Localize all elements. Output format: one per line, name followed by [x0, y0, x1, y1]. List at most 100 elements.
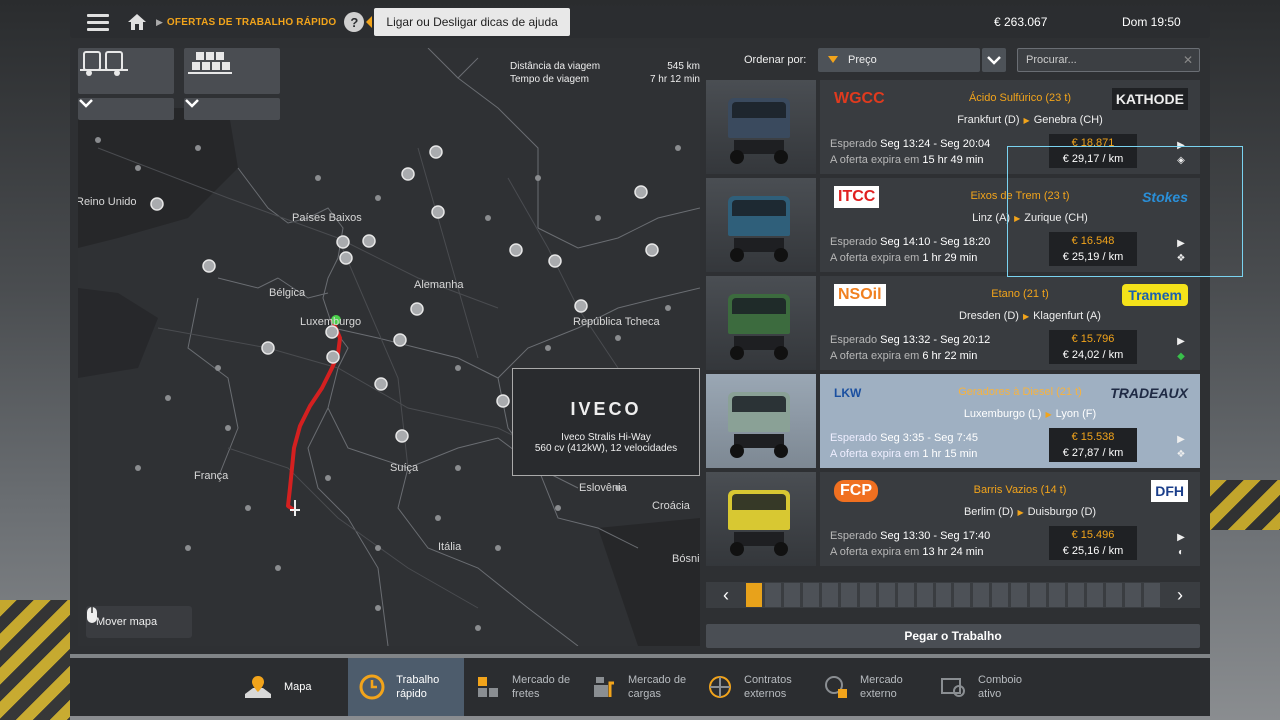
route-arrow-icon: ▶ [1022, 312, 1030, 321]
sort-dropdown-button[interactable] [982, 48, 1006, 72]
map-label-reino-unido: Reino Unido [78, 196, 137, 208]
job-row-selected[interactable]: LKW Geradores à Diesel (21 t) TRADEAUX L… [706, 374, 1200, 468]
company-logo: NSOil [834, 284, 886, 306]
tab-mercado-de-cargas[interactable]: Mercado de cargas [580, 658, 696, 716]
breadcrumb[interactable]: OFERTAS DE TRABALHO RÁPIDO [167, 17, 336, 28]
expires-label: A oferta expira em [830, 154, 920, 166]
pager-page[interactable] [764, 583, 781, 607]
truck-thumbnail [706, 472, 816, 566]
company-logo: ITCC [834, 186, 880, 208]
truck-filter-dropdown[interactable] [78, 98, 174, 120]
pager-page[interactable] [897, 583, 914, 607]
map-label-bosnia: Bósni [672, 553, 700, 565]
pager-page[interactable] [992, 583, 1009, 607]
help-button[interactable]: ? [344, 12, 365, 32]
tab-mercado-externo[interactable]: Mercado externo [812, 658, 928, 716]
company-logo: FCP [834, 480, 878, 502]
pager-page[interactable] [746, 583, 762, 607]
tab-comboio-ativo[interactable]: Comboio ativo [928, 658, 1044, 716]
trip-distance: 545 km [667, 61, 700, 72]
job-cargo: Ácido Sulfúrico (23 t) [968, 92, 1072, 104]
expires-label: A oferta expira em [830, 546, 920, 558]
client-logo: Tramem [1122, 284, 1188, 306]
pager-page[interactable] [1068, 583, 1085, 607]
expires-time: 13 hr 24 min [922, 546, 984, 558]
map-label-suica: Suíça [390, 462, 419, 474]
tab-trabalho-rapido[interactable]: Trabalho rápido [348, 658, 464, 716]
pager-page[interactable] [935, 583, 952, 607]
pager-page[interactable] [916, 583, 933, 607]
pager-page[interactable] [1087, 583, 1104, 607]
cargo-filter-button[interactable] [184, 48, 280, 94]
hazard-stripes-left [0, 600, 70, 720]
expected-label: Esperado [830, 432, 878, 444]
job-times: Esperado Seg 13:32 - Seg 20:12 A oferta … [830, 332, 990, 364]
expected-time: Seg 13:30 - Seg 17:40 [880, 530, 991, 542]
cargo-filter-dropdown[interactable] [184, 98, 280, 120]
sort-select[interactable]: Preço [818, 48, 980, 72]
take-job-button[interactable]: Pegar o Trabalho [706, 624, 1200, 648]
truck-filter-button[interactable] [78, 48, 174, 94]
trip-distance-label: Distância da viagem [510, 61, 601, 72]
move-map-hint: Mover mapa [86, 606, 192, 638]
mouse-icon [87, 607, 97, 623]
pager-page[interactable] [821, 583, 838, 607]
hamburger-menu-icon[interactable] [80, 6, 116, 38]
job-flags: ▶ ◆ [1174, 334, 1188, 364]
pager-cells [746, 583, 1160, 607]
map-label-alemanha: Alemanha [414, 279, 464, 291]
job-row[interactable]: NSOil Etano (21 t) Tramem Dresden (D) ▶ Kl… [706, 276, 1200, 370]
price-total: € 15.538 [1071, 431, 1115, 443]
cargo-boxes-icon [188, 52, 232, 74]
pager-page[interactable] [1030, 583, 1047, 607]
pager-page[interactable] [973, 583, 990, 607]
pager-page[interactable] [859, 583, 876, 607]
expires-label: A oferta expira em [830, 350, 920, 362]
job-price: € 15.538 € 27,87 / km [1049, 428, 1137, 462]
sort-label: Ordenar por: [744, 54, 807, 66]
tab-mapa[interactable]: Mapa [232, 658, 348, 716]
clear-search-icon[interactable]: ✕ [1183, 53, 1193, 67]
truck-model: Iveco Stralis Hi-Way [561, 432, 651, 443]
pager-page[interactable] [840, 583, 857, 607]
job-cargo: Etano (21 t) [991, 288, 1049, 300]
pager-page[interactable] [954, 583, 971, 607]
tab-contratos-externos[interactable]: Contratos externos [696, 658, 812, 716]
expected-label: Esperado [830, 236, 878, 248]
trip-info: Distância da viagem 545 km Tempo de viage… [510, 60, 700, 86]
pager-page[interactable] [802, 583, 819, 607]
pager-page[interactable] [783, 583, 800, 607]
sort-selected-value: Preço [848, 54, 877, 66]
pager-page[interactable] [1125, 583, 1142, 607]
map-icon [242, 671, 274, 703]
tab-label: Trabalho rápido [396, 674, 440, 700]
tab-label: Mercado de cargas [628, 674, 687, 700]
pager-page[interactable] [1144, 583, 1160, 607]
home-icon[interactable] [124, 6, 150, 38]
tab-mercado-de-fretes[interactable]: Mercado de fretes [464, 658, 580, 716]
pager-page[interactable] [878, 583, 895, 607]
search-placeholder: Procurar... [1026, 54, 1077, 66]
expires-time: 1 hr 15 min [922, 448, 978, 460]
pager-next-icon[interactable]: › [1160, 582, 1200, 608]
search-input[interactable]: Procurar... ✕ [1017, 48, 1200, 72]
map-view[interactable]: Reino Unido Países Baixos Bélgica Aleman… [78, 48, 700, 646]
truck-spec: 560 cv (412kW), 12 velocidades [534, 443, 678, 454]
focus-highlight [1007, 146, 1243, 277]
expires-label: A oferta expira em [830, 448, 920, 460]
map-label-franca: França [194, 470, 229, 482]
truck-brand-logo: IVECO [570, 399, 642, 419]
job-row[interactable]: FCP Barris Vazios (14 t) DFH Berlim (D) ▶… [706, 472, 1200, 566]
job-route: Frankfurt (D) ▶ Genebra (CH) [880, 114, 1180, 126]
expires-time: 6 hr 22 min [922, 350, 978, 362]
pager-page[interactable] [1049, 583, 1066, 607]
trip-time-label: Tempo de viagem [510, 74, 589, 85]
pager-page[interactable] [1011, 583, 1028, 607]
map-label-italia: Itália [438, 541, 462, 553]
price-per-km: € 24,02 / km [1062, 349, 1124, 361]
map-label-belgica: Bélgica [269, 287, 306, 299]
pager-prev-icon[interactable]: ‹ [706, 582, 746, 608]
pager-page[interactable] [1106, 583, 1123, 607]
truck-thumbnail [706, 178, 816, 272]
fragile-icon: ❖ [1176, 449, 1186, 460]
